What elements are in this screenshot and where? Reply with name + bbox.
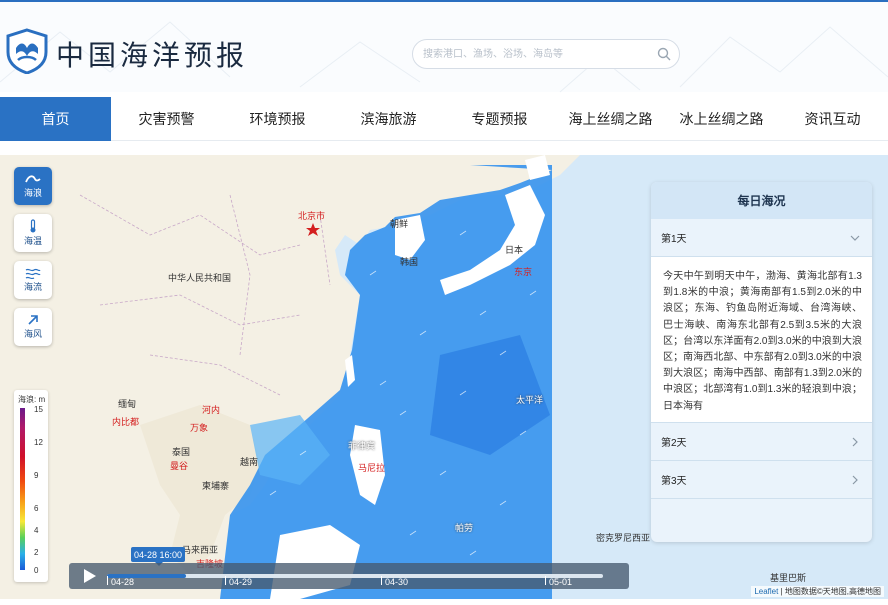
legend-tick: 15	[34, 405, 43, 414]
daily-sea-condition-panel: 每日海况 第1天 今天中午到明天中午，渤海、黄海北部有1.3到1.8米的中浪；黄…	[651, 182, 872, 542]
place-label: 韩国	[400, 257, 419, 267]
day-row-1[interactable]: 第1天	[651, 219, 872, 257]
map-attribution: Leaflet | 地图数据©天地图,高德地图	[751, 586, 884, 597]
place-label: 基里巴斯	[770, 573, 807, 583]
day-forecast-text: 今天中午到明天中午，渤海、黄海北部有1.3到1.8米的中浪；黄海南部有1.5到2…	[651, 257, 872, 423]
place-label: 菲律宾	[348, 441, 376, 451]
place-label: 帕劳	[455, 523, 474, 533]
place-label: 曼谷	[170, 461, 189, 471]
nav-item-special-forecast[interactable]: 专题预报	[444, 97, 555, 141]
day-label: 第3天	[661, 476, 687, 487]
nav-item-news-interaction[interactable]: 资讯互动	[777, 97, 888, 141]
timeline-player: 04-28 04-29 04-30 05-01	[69, 563, 629, 589]
place-label: 越南	[240, 457, 259, 467]
legend-tick: 6	[34, 504, 39, 513]
wind-arrow-icon	[28, 315, 38, 325]
legend-tick: 12	[34, 438, 43, 447]
forecast-map[interactable]: 北京市 中华人民共和国 朝鲜 韩国 日本 东京 缅甸 内比都 河内 万象 泰国 …	[0, 155, 888, 599]
timeline-date[interactable]: 04-28	[106, 576, 134, 587]
place-label: 马来西亚	[182, 545, 219, 555]
chevron-down-icon[interactable]	[850, 233, 860, 243]
timeline-date[interactable]: 05-01	[544, 576, 572, 587]
layer-button-sea-temperature[interactable]: 海温	[14, 214, 52, 252]
legend-tick: 0	[34, 566, 39, 575]
place-label: 朝鲜	[390, 219, 409, 229]
place-label: 东京	[514, 267, 533, 277]
timeline-track[interactable]	[107, 574, 603, 578]
place-label: 马尼拉	[358, 463, 386, 473]
header: 中国海洋预报	[0, 0, 888, 93]
day-label: 第2天	[661, 438, 687, 449]
layer-label: 海温	[23, 236, 42, 246]
search-box[interactable]	[412, 39, 680, 69]
current-icon	[25, 268, 41, 279]
place-label: 日本	[505, 245, 524, 255]
legend-color-bar	[20, 408, 25, 570]
current-time-badge: 04-28 16:00	[131, 547, 185, 566]
wave-height-legend: 海浪: m 15 12 9 6 4 2 0	[14, 390, 48, 582]
timeline-date[interactable]: 04-30	[380, 576, 408, 587]
site-title: 中国海洋预报	[56, 39, 249, 72]
chevron-right-icon[interactable]	[850, 437, 860, 447]
timeline-date[interactable]: 04-29	[224, 576, 252, 587]
place-label: 柬埔寨	[202, 481, 230, 491]
wave-icon	[25, 175, 41, 183]
play-icon[interactable]	[81, 568, 97, 584]
place-label: 泰国	[172, 447, 191, 457]
place-label: 河内	[202, 405, 221, 415]
search-icon[interactable]	[657, 47, 671, 61]
layer-label: 海风	[23, 329, 42, 339]
chevron-right-icon[interactable]	[850, 475, 860, 485]
leaflet-link[interactable]: Leaflet	[754, 587, 778, 596]
nav-item-maritime-silk-road[interactable]: 海上丝绸之路	[555, 97, 666, 141]
nav-item-ice-silk-road[interactable]: 冰上丝绸之路	[666, 97, 777, 141]
layer-button-wave[interactable]: 海浪	[14, 167, 52, 205]
layer-label: 海浪	[23, 188, 42, 198]
layer-label: 海流	[23, 282, 42, 292]
place-label: 太平洋	[516, 395, 544, 405]
thermometer-icon	[30, 219, 36, 233]
page: 中国海洋预报 首页 灾害预警 环境预报 滨海旅游 专题预报 海上丝绸之路 冰上丝…	[0, 0, 888, 605]
nav-item-environment-forecast[interactable]: 环境预报	[222, 97, 333, 141]
nav-item-coastal-tourism[interactable]: 滨海旅游	[333, 97, 444, 141]
day-row-2[interactable]: 第2天	[651, 423, 872, 461]
legend-tick: 9	[34, 471, 39, 480]
attribution-source: | 地图数据©天地图,高德地图	[780, 587, 881, 596]
place-label: 内比都	[112, 417, 140, 427]
day-row-3[interactable]: 第3天	[651, 461, 872, 499]
place-label: 万象	[190, 423, 209, 433]
nav-item-home[interactable]: 首页	[0, 97, 111, 141]
place-label: 密克罗尼西亚	[596, 533, 651, 543]
place-label: 北京市	[298, 211, 326, 221]
panel-title: 每日海况	[651, 182, 872, 219]
legend-title: 海浪: m	[18, 395, 46, 404]
layer-button-current[interactable]: 海流	[14, 261, 52, 299]
day-label: 第1天	[661, 234, 687, 245]
legend-tick: 2	[34, 548, 39, 557]
layer-button-wind[interactable]: 海风	[14, 308, 52, 346]
nav-item-disaster-warning[interactable]: 灾害预警	[111, 97, 222, 141]
place-label: 中华人民共和国	[168, 273, 232, 283]
place-label: 缅甸	[118, 399, 137, 409]
main-nav: 首页 灾害预警 环境预报 滨海旅游 专题预报 海上丝绸之路 冰上丝绸之路 资讯互…	[0, 97, 888, 141]
legend-tick: 4	[34, 526, 39, 535]
logo-icon	[6, 28, 48, 74]
search-input[interactable]	[423, 45, 643, 63]
